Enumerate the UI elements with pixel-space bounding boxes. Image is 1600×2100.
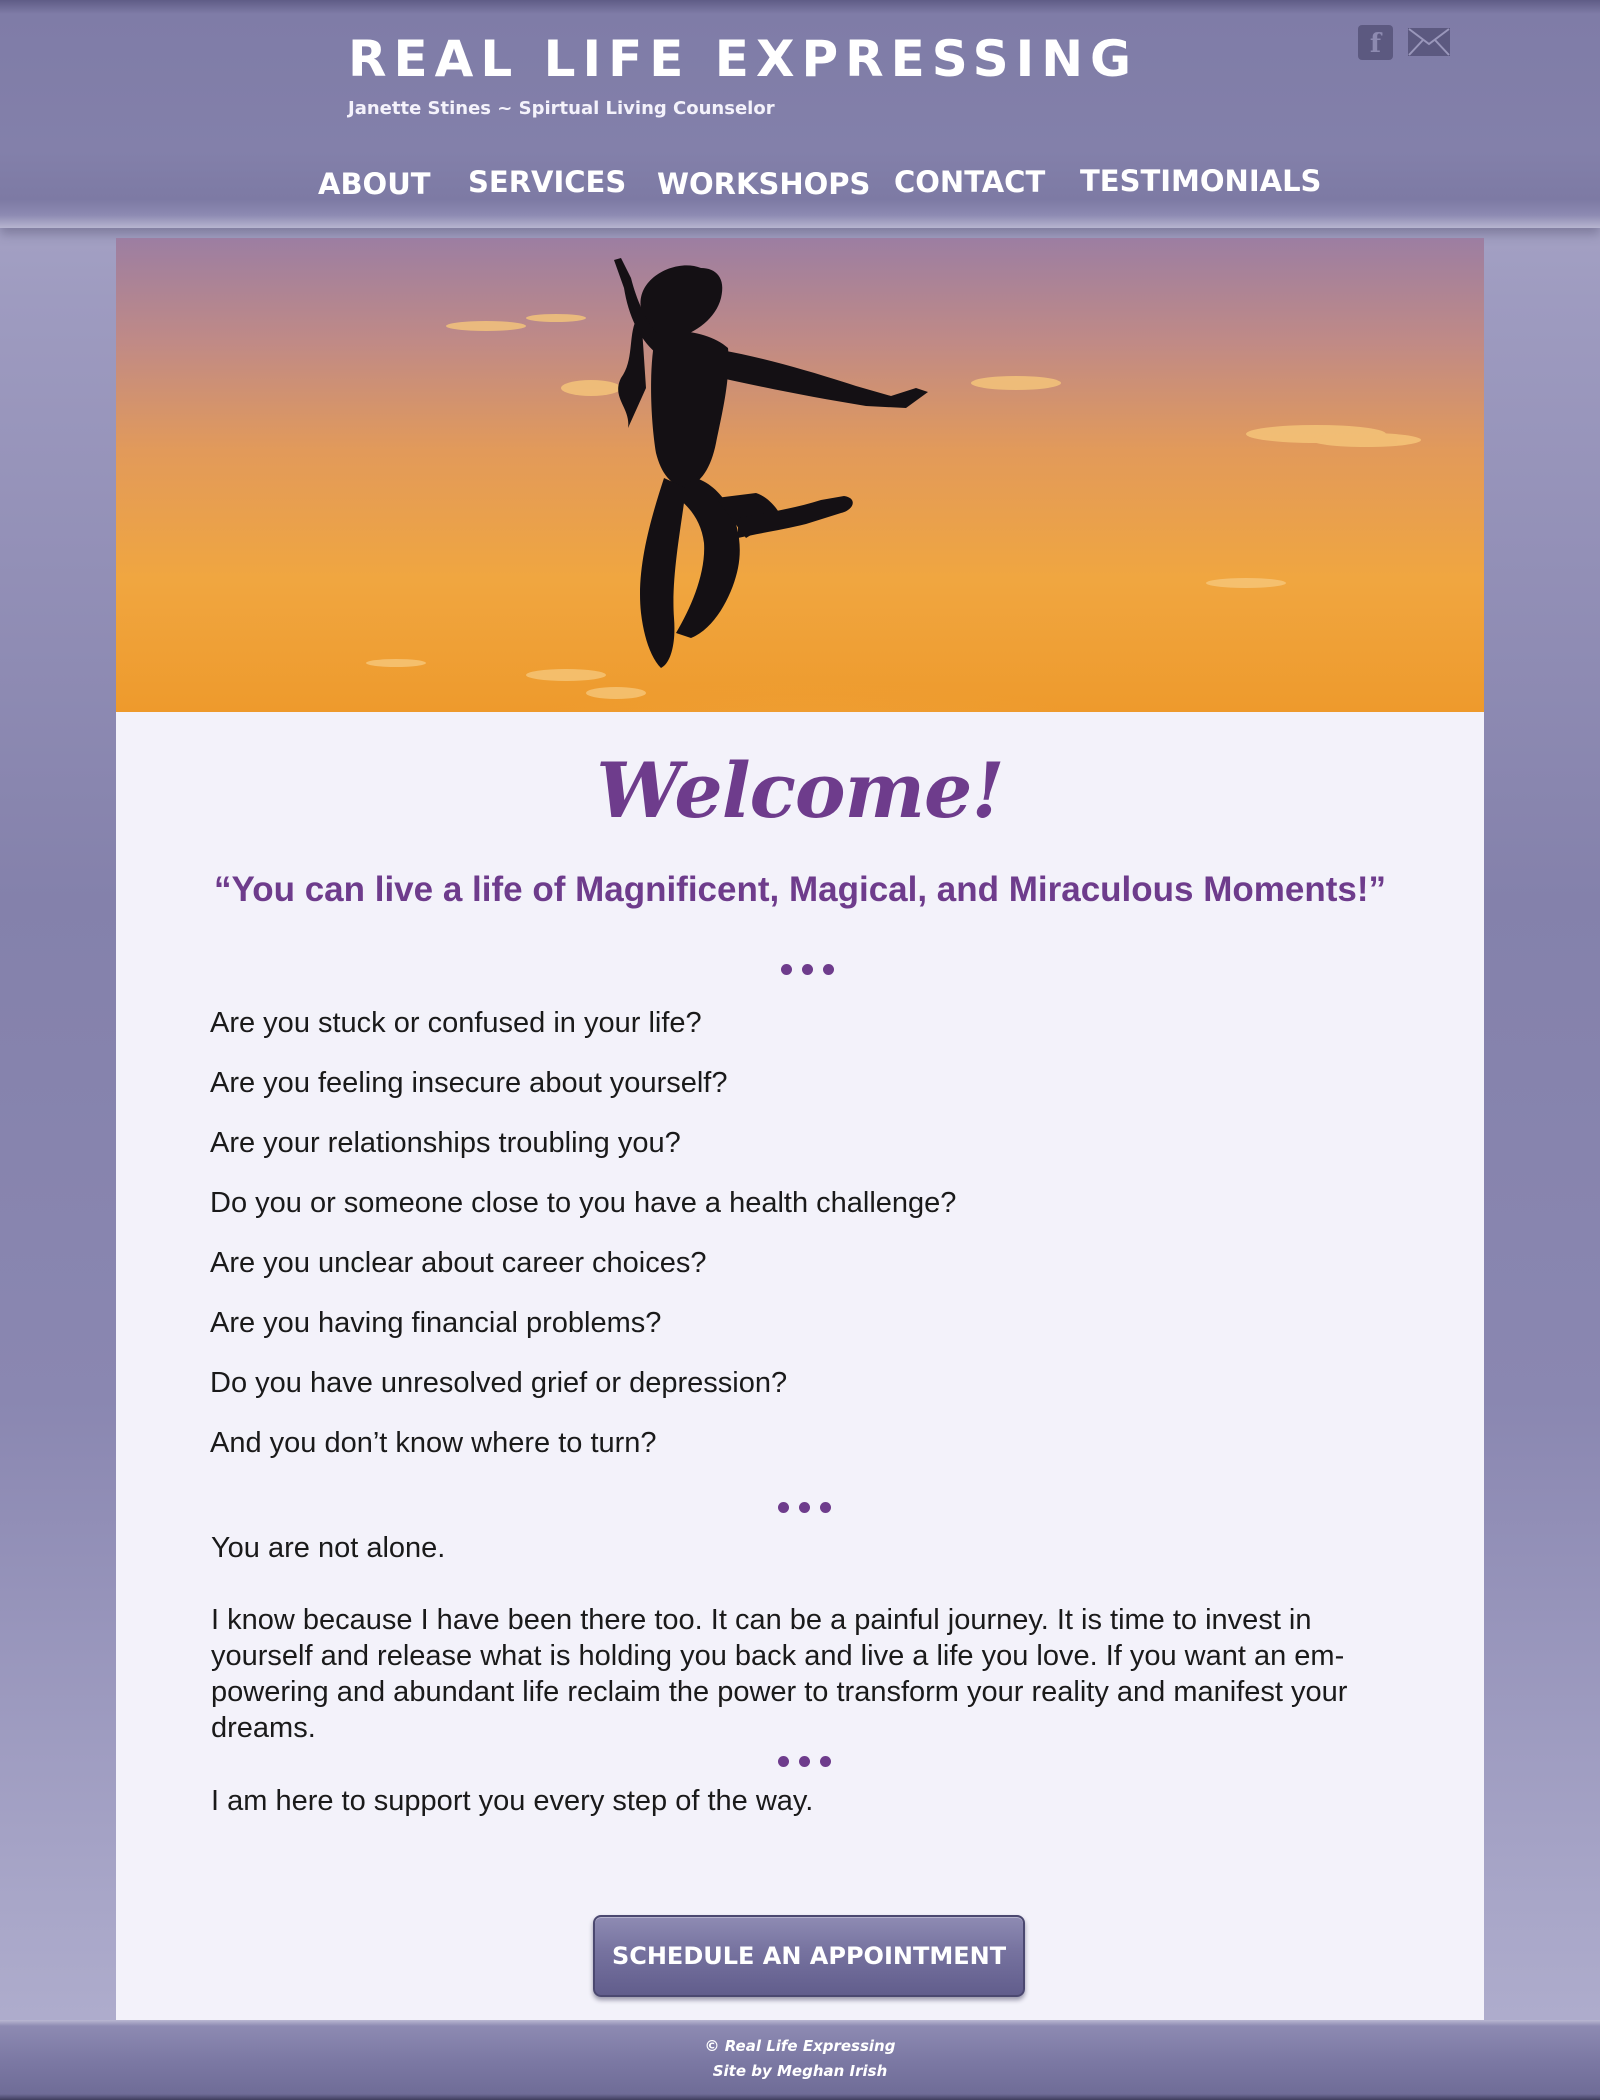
site-header: REAL LIFE EXPRESSING Janette Stines ~ Sp…	[0, 0, 1600, 228]
schedule-appointment-button[interactable]: SCHEDULE AN APPOINTMENT	[593, 1915, 1025, 1997]
divider-dots	[778, 1502, 831, 1513]
list-item: And you don’t know where to turn?	[210, 1427, 657, 1459]
list-item: Are you unclear about career choices?	[210, 1247, 707, 1279]
mail-icon[interactable]	[1407, 27, 1451, 57]
welcome-heading: Welcome!	[596, 746, 1004, 835]
site-footer: © Real Life Expressing Site by Meghan Ir…	[0, 2020, 1600, 2100]
site-subtitle: Janette Stines ~ Spirtual Living Counsel…	[348, 98, 775, 119]
list-item: Are you feeling insecure about yourself?	[210, 1067, 728, 1099]
list-item: Are your relationships troubling you?	[210, 1127, 681, 1159]
tagline-quote: “You can live a life of Magnificent, Mag…	[213, 870, 1387, 909]
list-item: Do you or someone close to you have a he…	[210, 1187, 957, 1219]
nav-item-services[interactable]: SERVICES	[468, 165, 626, 199]
not-alone-text: You are not alone.	[211, 1532, 446, 1564]
nav-item-about[interactable]: ABOUT	[318, 167, 431, 201]
divider-dots	[781, 964, 834, 975]
support-text: I am here to support you every step of t…	[211, 1785, 814, 1817]
main-content: Welcome! “You can live a life of Magnifi…	[116, 238, 1484, 2020]
list-item: Are you stuck or confused in your life?	[210, 1007, 702, 1039]
list-item: Do you have unresolved grief or depressi…	[210, 1367, 788, 1399]
social-links: f	[1358, 24, 1451, 60]
nav-item-testimonials[interactable]: TESTIMONIALS	[1080, 164, 1321, 198]
nav-item-contact[interactable]: CONTACT	[894, 165, 1045, 199]
site-title[interactable]: REAL LIFE EXPRESSING	[348, 30, 1131, 88]
question-list: Are you stuck or confused in your life? …	[210, 993, 1390, 1473]
nav-item-workshops[interactable]: WORKSHOPS	[657, 167, 870, 201]
list-item: Are you having financial problems?	[210, 1307, 662, 1339]
intro-paragraph: I know because I have been there too. It…	[211, 1604, 1348, 1744]
footer-copyright: © Real Life Expressing	[704, 2037, 896, 2055]
facebook-icon[interactable]: f	[1358, 24, 1393, 60]
main-nav: ABOUT SERVICES WORKSHOPS CONTACT TESTIMO…	[0, 164, 1600, 205]
divider-dots	[778, 1756, 831, 1767]
footer-credit[interactable]: Site by Meghan Irish	[0, 2062, 1600, 2080]
hero-image	[116, 238, 1484, 712]
